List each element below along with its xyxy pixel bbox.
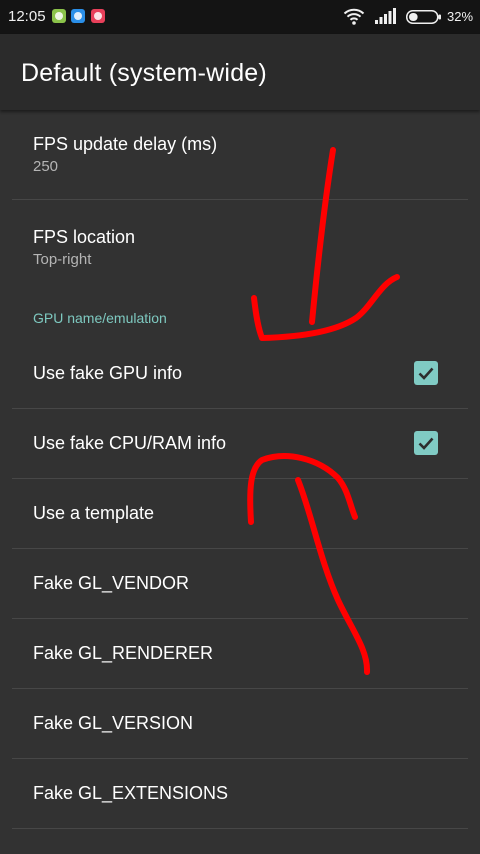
checkmark-icon [418,437,434,450]
pref-summary: 250 [33,158,59,175]
pref-title: Fake GL_VENDOR [33,573,190,593]
app-toolbar: Default (system-wide) [0,34,480,110]
pref-fake-gl-version[interactable]: Fake GL_VERSION [0,689,480,759]
pref-fake-gl-renderer[interactable]: Fake GL_RENDERER [0,619,480,689]
pref-fps-update-delay[interactable]: FPS update delay (ms) 250 [0,110,480,200]
pref-fake-gl-vendor[interactable]: Fake GL_VENDOR [0,549,480,619]
status-bar: 12:05 32% [0,0,480,34]
pref-fps-location[interactable]: FPS location Top-right [0,200,480,292]
signal-icon [375,8,396,24]
status-time: 12:05 [8,8,46,25]
notification-app-icon-red [91,9,105,23]
category-title: GPU name/emulation [33,310,167,326]
pref-title: Use fake GPU info [33,363,183,383]
pref-title: Fake GL_EXTENSIONS [33,783,229,803]
preferences-list: FPS update delay (ms) 250 FPS location T… [0,110,480,829]
fake-cpu-ram-checkbox[interactable] [414,431,438,455]
pref-fake-gl-extensions[interactable]: Fake GL_EXTENSIONS [0,759,480,829]
battery-percentage: 32% [447,9,474,24]
fake-gpu-checkbox[interactable] [414,361,438,385]
checkmark-icon [418,367,434,380]
pref-title: FPS location [33,227,136,247]
pref-use-fake-gpu-info[interactable]: Use fake GPU info [0,339,480,409]
pref-title: FPS update delay (ms) [33,134,218,154]
pref-use-fake-cpu-ram-info[interactable]: Use fake CPU/RAM info [0,409,480,479]
page-title: Default (system-wide) [21,59,267,87]
category-gpu-name-emulation: GPU name/emulation [0,292,480,339]
pref-title: Fake GL_RENDERER [33,643,214,663]
notification-app-icon-blue [71,9,85,23]
notification-app-icon-green [52,9,66,23]
pref-title: Use fake CPU/RAM info [33,433,227,453]
pref-title: Fake GL_VERSION [33,713,194,733]
pref-title: Use a template [33,503,155,523]
battery-icon [406,10,441,24]
pref-summary: Top-right [33,251,92,268]
pref-use-a-template[interactable]: Use a template [0,479,480,549]
divider [12,828,468,829]
wifi-icon [343,8,365,25]
